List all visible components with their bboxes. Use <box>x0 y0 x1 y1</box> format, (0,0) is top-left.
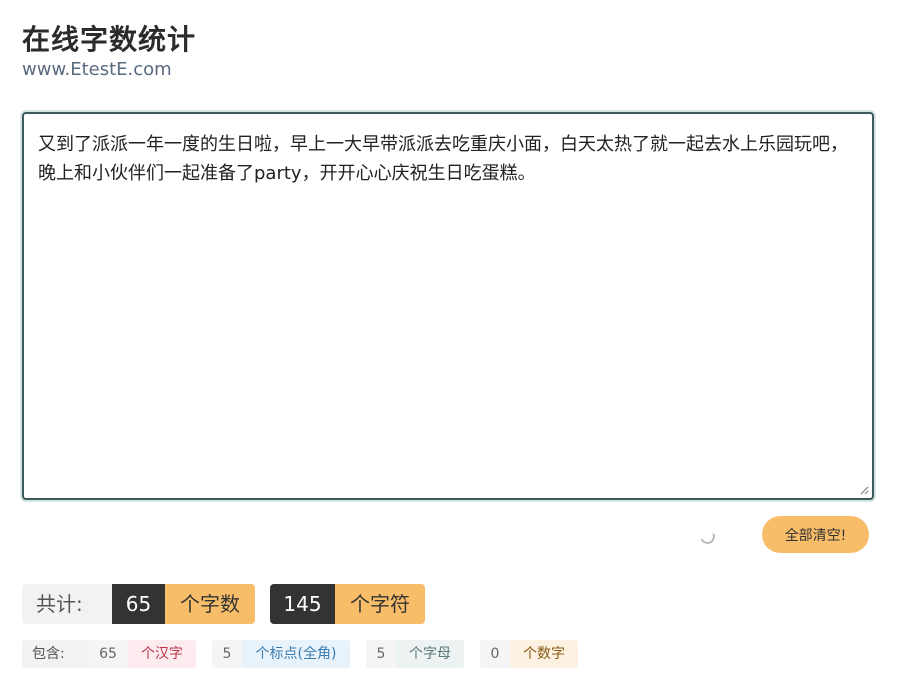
chinese-char-count: 65 <box>88 640 128 668</box>
letter-unit: 个字母 <box>396 640 464 668</box>
char-count-value: 145 <box>270 584 335 624</box>
word-count-unit: 个字数 <box>165 584 255 624</box>
totals-label: 共计: <box>22 584 112 624</box>
digit-count: 0 <box>480 640 510 668</box>
text-input-content: 又到了派派一年一度的生日啦，早上一大早带派派去吃重庆小面，白天太热了就一起去水上… <box>38 134 848 184</box>
loading-spinner-icon <box>697 526 718 547</box>
digit-unit: 个数字 <box>510 640 578 668</box>
breakdown-label: 包含: <box>22 640 88 668</box>
punctuation-unit: 个标点(全角) <box>242 640 350 668</box>
resize-handle-icon[interactable] <box>859 485 869 495</box>
site-url[interactable]: www.EtestE.com <box>22 59 172 80</box>
count-breakdown: 包含: 65 个汉字 5 个标点(全角) 5 个字母 0 个数字 <box>22 640 578 668</box>
punctuation-count: 5 <box>212 640 242 668</box>
totals-summary: 共计: 65 个字数 145 个字符 <box>22 584 425 624</box>
clear-all-button[interactable]: 全部清空! <box>762 516 869 553</box>
letter-count: 5 <box>366 640 396 668</box>
char-count-unit: 个字符 <box>335 584 425 624</box>
text-input-area[interactable]: 又到了派派一年一度的生日啦，早上一大早带派派去吃重庆小面，白天太热了就一起去水上… <box>22 112 874 500</box>
chinese-char-unit: 个汉字 <box>128 640 196 668</box>
page-title: 在线字数统计 <box>22 23 197 56</box>
word-count-value: 65 <box>112 584 165 624</box>
